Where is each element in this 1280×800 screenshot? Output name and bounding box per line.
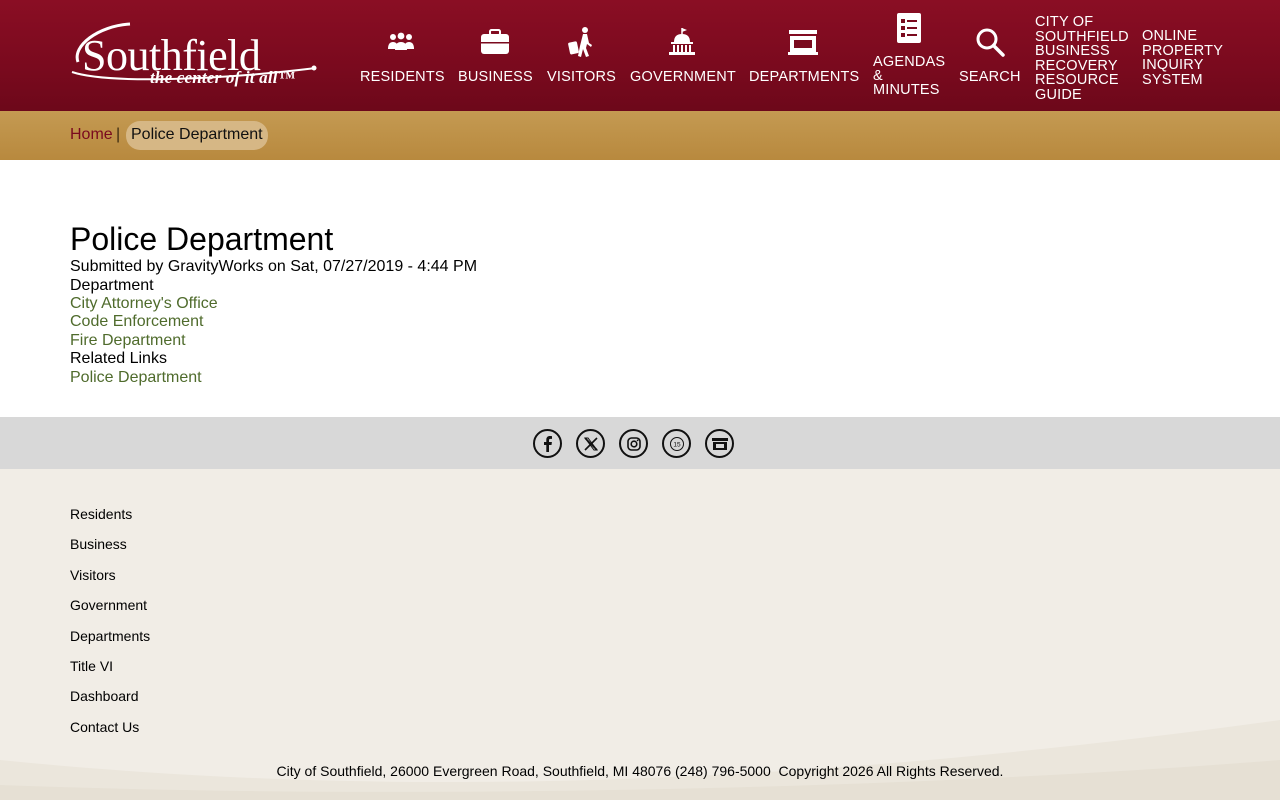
social-bar: 15 — [0, 417, 1280, 469]
property-line-3: INQUIRY — [1142, 57, 1204, 73]
x-icon[interactable] — [576, 429, 605, 458]
recovery-line-2: SOUTHFIELD — [1035, 28, 1129, 45]
breadcrumb-home-link[interactable]: Home — [70, 126, 113, 144]
nav-visitors[interactable]: VISITORS — [547, 26, 617, 85]
department-label: Department — [70, 277, 154, 294]
traveler-icon — [567, 27, 592, 57]
nav-search[interactable]: SEARCH — [959, 26, 1020, 84]
svg-text:15: 15 — [673, 441, 681, 448]
cable-channel-icon[interactable]: 15 — [662, 429, 691, 458]
search-icon — [976, 28, 1005, 57]
nav-search-label: SEARCH — [959, 69, 1021, 85]
related-link-police[interactable]: Police Department — [70, 369, 202, 387]
recovery-line-4: RECOVERY — [1035, 57, 1118, 74]
nav-government[interactable]: GOVERNMENT — [630, 26, 736, 85]
storefront-icon[interactable] — [705, 429, 734, 458]
property-line-4: SYSTEM — [1142, 71, 1203, 88]
facebook-icon[interactable] — [533, 429, 562, 458]
storefront-icon — [788, 30, 818, 55]
recovery-line-5: RESOURCE — [1035, 72, 1119, 88]
nav-business-label: BUSINESS — [458, 69, 533, 85]
footer-link-title-vi[interactable]: Title VI — [70, 658, 113, 674]
document-list-icon — [897, 13, 921, 43]
nav-property-inquiry[interactable]: ONLINE PROPERTY INQUIRY SYSTEM — [1142, 29, 1223, 87]
nav-agendas-line1: AGENDAS — [873, 54, 946, 70]
footer-link-business[interactable]: Business — [70, 536, 127, 552]
capitol-icon — [668, 28, 695, 55]
breadcrumb: Home | Police Department — [0, 111, 1280, 160]
southfield-logo[interactable]: Southfield the center of it all™ — [68, 18, 318, 94]
breadcrumb-current: Police Department — [126, 121, 268, 150]
property-line-2: PROPERTY — [1142, 42, 1224, 59]
breadcrumb-separator: | — [116, 126, 121, 143]
nav-business[interactable]: BUSINESS — [458, 26, 533, 85]
footer-link-visitors[interactable]: Visitors — [70, 567, 116, 583]
recovery-line-6: GUIDE — [1035, 86, 1082, 103]
people-icon — [388, 32, 414, 50]
nav-visitors-label: VISITORS — [547, 69, 617, 85]
department-link-fire[interactable]: Fire Department — [70, 332, 186, 350]
logo-tagline: the center of it all™ — [150, 68, 295, 87]
footer-link-government[interactable]: Government — [70, 597, 147, 613]
nav-agendas-line2: & — [873, 68, 883, 84]
footer-link-dashboard[interactable]: Dashboard — [70, 688, 139, 704]
submitted-by: Submitted by GravityWorks on Sat, 07/27/… — [70, 258, 478, 275]
site-header: Southfield the center of it all™ RESIDEN… — [0, 0, 1280, 111]
footer-link-contact-us[interactable]: Contact Us — [70, 719, 139, 735]
instagram-icon[interactable] — [619, 429, 648, 458]
nav-business-recovery-guide[interactable]: CITY OF SOUTHFIELD BUSINESS RECOVERY RES… — [1035, 15, 1129, 102]
department-link-city-attorney[interactable]: City Attorney's Office — [70, 295, 218, 313]
nav-agendas-minutes[interactable]: AGENDAS & MINUTES — [873, 12, 945, 97]
site-footer: Residents Business Visitors Government D… — [0, 469, 1280, 800]
nav-residents-label: RESIDENTS — [360, 69, 445, 85]
nav-departments[interactable]: DEPARTMENTS — [749, 26, 860, 85]
nav-residents[interactable]: RESIDENTS — [360, 26, 445, 85]
nav-departments-label: DEPARTMENTS — [749, 69, 860, 85]
briefcase-icon — [480, 29, 509, 54]
footer-link-residents[interactable]: Residents — [70, 506, 132, 522]
department-link-code-enforcement[interactable]: Code Enforcement — [70, 313, 203, 331]
recovery-line-1: CITY OF — [1035, 14, 1094, 30]
copyright-notice: City of Southfield, 26000 Evergreen Road… — [276, 763, 1004, 779]
footer-link-departments[interactable]: Departments — [70, 628, 150, 644]
nav-agendas-line3: MINUTES — [873, 82, 940, 98]
recovery-line-3: BUSINESS — [1035, 43, 1110, 59]
property-line-1: ONLINE — [1142, 28, 1198, 44]
nav-government-label: GOVERNMENT — [630, 69, 736, 85]
page-title: Police Department — [70, 221, 334, 257]
related-links-label: Related Links — [70, 350, 167, 367]
